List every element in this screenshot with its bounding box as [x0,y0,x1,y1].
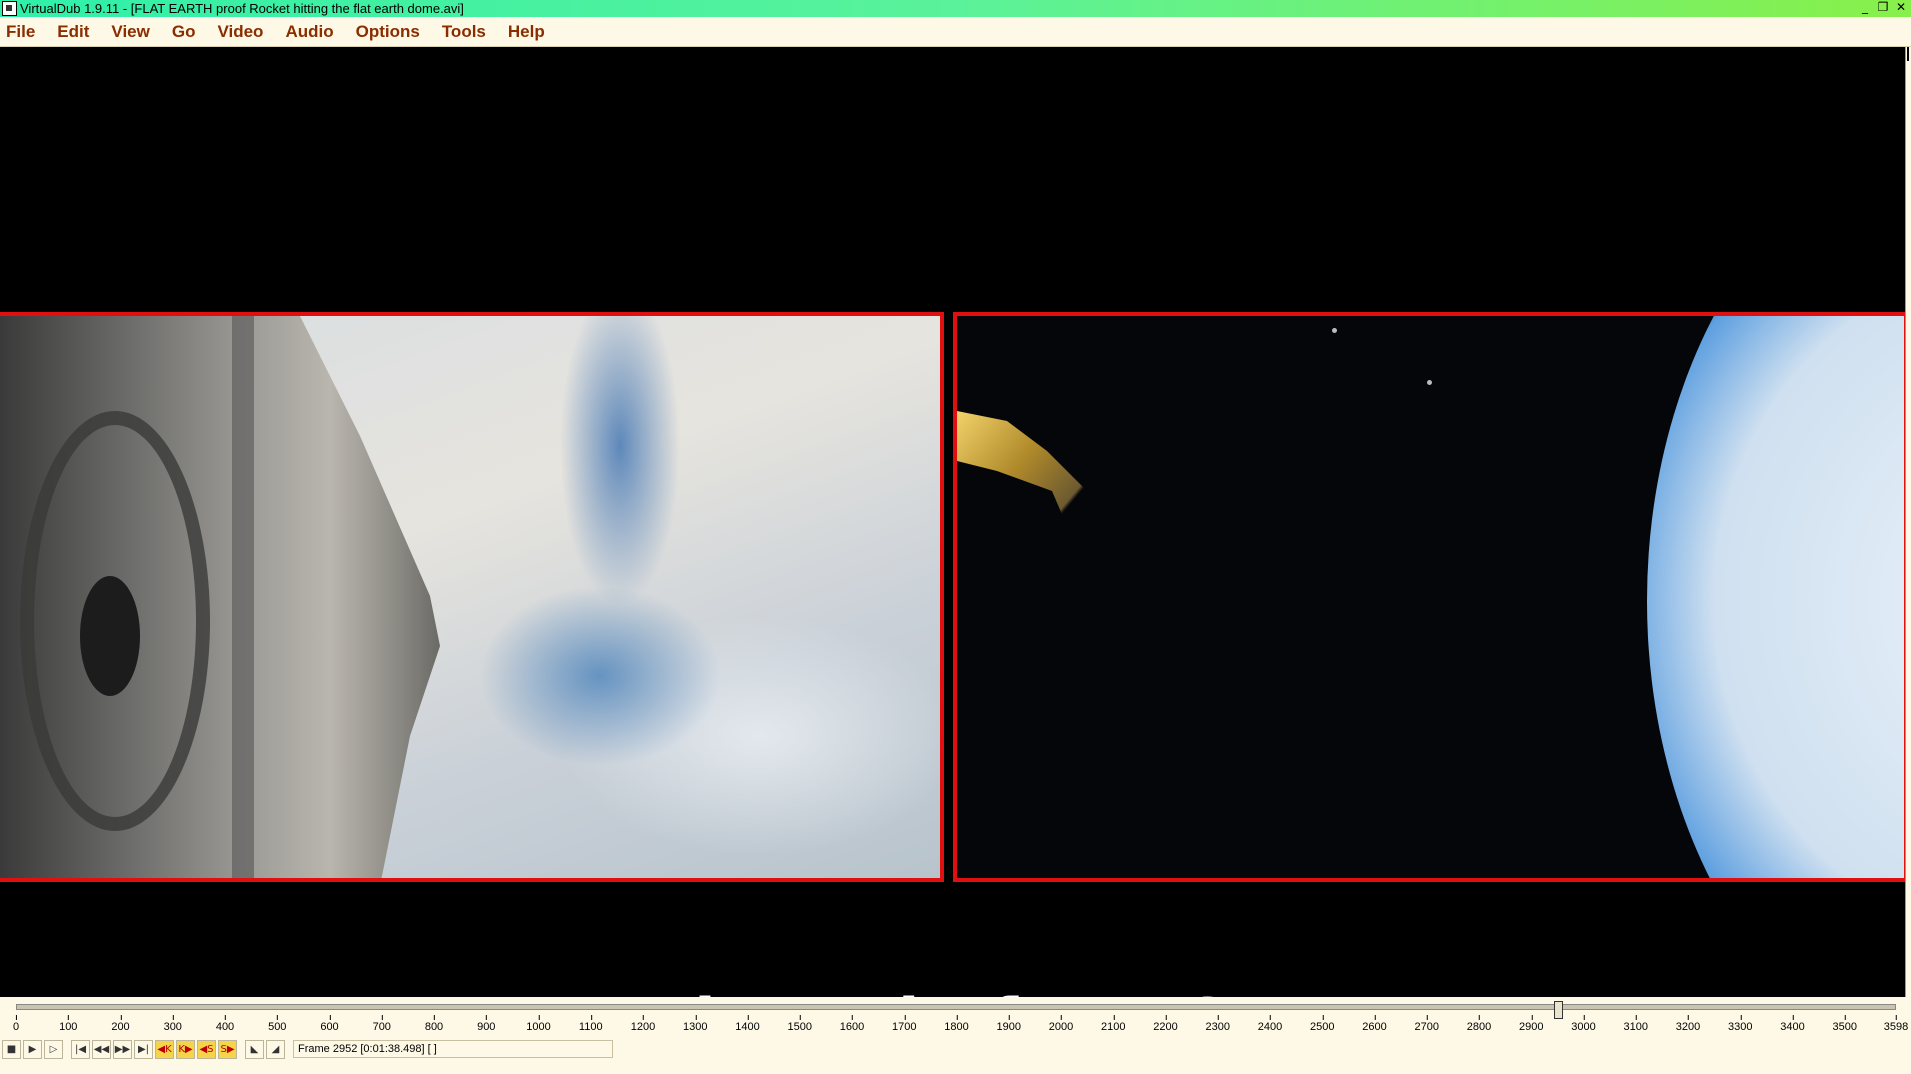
status-area: 0 100 200 300 400 500 600 700 800 900 1000 1100 1200… [0,997,1911,1074]
prev-key-button[interactable]: ◀K [155,1039,174,1059]
prev-scene-button[interactable]: ◀S [197,1039,216,1059]
timeline-tick-label: 3598 [1883,1015,1909,1033]
minimize-button[interactable]: _ [1857,1,1873,15]
timeline-tick-label: 500 [268,1015,287,1033]
timeline-thumb[interactable] [1554,1001,1564,1019]
next-scene-button[interactable]: S▶ [218,1039,237,1059]
timeline-tick-label: 3100 [1623,1015,1649,1033]
go-start-button[interactable]: |◀ [71,1039,90,1059]
timeline-tick-label: 800 [424,1015,444,1033]
menu-bar: File Edit View Go Video Audio Options To… [0,17,1911,47]
timeline-tick-label: 0 [12,1015,20,1033]
mark-in-button[interactable]: ◣ [245,1039,264,1059]
timeline-tick-label: 900 [477,1015,496,1033]
timeline-tick-label: 1700 [892,1015,917,1033]
menu-file[interactable]: File [0,22,46,42]
timeline-tick-label: 700 [372,1015,391,1033]
playback-toolbar: ■ ▶ ▷ |◀ ◀◀ ▶▶ ▶| ◀K K▶ ◀S S▶ ◣ ◢ Frame … [2,1038,613,1060]
timeline-track[interactable] [16,1004,1896,1010]
timeline-tick-label: 1000 [526,1015,551,1033]
play-output-button[interactable]: ▷ [44,1039,63,1059]
menu-edit[interactable]: Edit [46,22,100,42]
window-controls: _ ❐ ✕ [1857,1,1909,15]
caption-text: Let's watch again from 2 cameras [320,985,1565,997]
menu-video[interactable]: Video [206,22,274,42]
timeline-tick-label: 1300 [683,1015,708,1033]
subtitle-caption: Let's watch again from 2 cameras [0,985,1905,997]
timeline-tick-label: 200 [111,1015,130,1033]
timeline-tick-label: 600 [320,1015,339,1033]
timeline-tick-label: 2400 [1257,1015,1283,1033]
star [1332,328,1337,333]
timeline-tick-label: 3000 [1571,1015,1596,1033]
window-right-edge [1905,47,1911,997]
timeline-tick-label: 2700 [1414,1015,1440,1033]
timeline-tick-label: 1600 [839,1015,865,1033]
go-end-button[interactable]: ▶| [134,1039,153,1059]
timeline-trackbar[interactable]: 0 100 200 300 400 500 600 700 800 900 1000 1100 1200… [12,1001,1908,1041]
menu-go[interactable]: Go [161,22,207,42]
timeline-tick-label: 400 [215,1015,235,1033]
timeline-tick-label: 3400 [1780,1015,1805,1033]
timeline-tick-label: 2300 [1205,1015,1231,1033]
timeline-tick-label: 2100 [1101,1015,1126,1033]
window-title: VirtualDub 1.9.11 - [FLAT EARTH proof Ro… [20,1,464,16]
timeline-tick-label: 2800 [1466,1015,1492,1033]
video-pane[interactable]: Let's watch again from 2 cameras [0,47,1905,997]
right-camera-view [953,312,1905,882]
close-button[interactable]: ✕ [1893,1,1909,15]
timeline-tick-label: 1500 [787,1015,813,1033]
solar-panel-image [957,411,1097,561]
menu-view[interactable]: View [100,22,160,42]
left-camera-view [0,312,944,882]
nozzle-hole [80,576,140,696]
timeline-tick-label: 1400 [735,1015,760,1033]
timeline-tick-label: 3500 [1832,1015,1858,1033]
timeline-tick-label: 1900 [996,1015,1022,1033]
timeline-tick-label: 1800 [944,1015,969,1033]
timeline-tick-label: 2200 [1153,1015,1178,1033]
prev-frame-button[interactable]: ◀◀ [92,1039,111,1059]
menu-help[interactable]: Help [497,22,556,42]
star [1427,380,1432,385]
timeline-tick-label: 300 [163,1015,182,1033]
timeline-tick-label: 1100 [578,1015,603,1033]
app-icon[interactable] [2,1,17,16]
restore-button[interactable]: ❐ [1875,1,1891,15]
title-bar: VirtualDub 1.9.11 - [FLAT EARTH proof Ro… [0,0,1911,17]
next-key-button[interactable]: K▶ [176,1039,195,1059]
timeline-tick-label: 100 [59,1015,78,1033]
menu-audio[interactable]: Audio [274,22,344,42]
frame-position-readout: Frame 2952 [0:01:38.498] [ ] [293,1040,613,1058]
timeline-tick-label: 1200 [630,1015,656,1033]
next-frame-button[interactable]: ▶▶ [113,1039,132,1059]
rocket-stripe [232,316,254,878]
menu-tools[interactable]: Tools [431,22,497,42]
timeline-tick-label: 2600 [1362,1015,1387,1033]
timeline-tick-label: 2500 [1310,1015,1335,1033]
menu-options[interactable]: Options [345,22,431,42]
timeline-tick-label: 3200 [1675,1015,1701,1033]
timeline-tick-label: 2000 [1048,1015,1074,1033]
earth-horizon-image [1647,316,1904,878]
timeline-tick-label: 3300 [1728,1015,1753,1033]
timeline-tick-label: 2900 [1519,1015,1544,1033]
stop-button[interactable]: ■ [2,1039,21,1059]
mark-out-button[interactable]: ◢ [266,1039,285,1059]
play-input-button[interactable]: ▶ [23,1039,42,1059]
